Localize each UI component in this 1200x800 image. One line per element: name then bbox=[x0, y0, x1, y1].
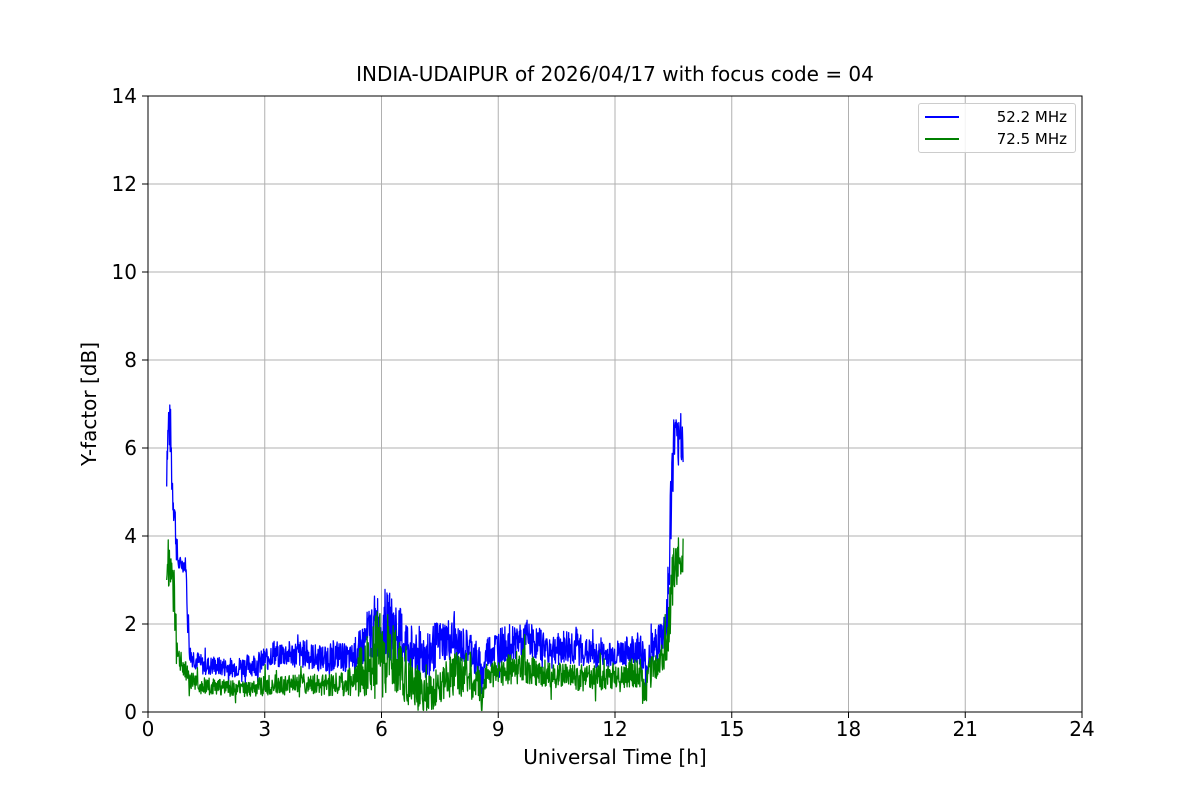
x-tick-label-9: 9 bbox=[492, 717, 505, 741]
legend-line-icon-green bbox=[925, 138, 959, 140]
x-tick-label-0: 0 bbox=[142, 717, 155, 741]
x-tick-label-6: 6 bbox=[375, 717, 388, 741]
x-tick-label-21: 21 bbox=[953, 717, 978, 741]
legend-label: 72.5 MHz bbox=[996, 129, 1067, 148]
y-tick-label-6: 6 bbox=[124, 436, 137, 460]
chart-title: INDIA-UDAIPUR of 2026/04/17 with focus c… bbox=[356, 62, 874, 86]
x-tick-label-24: 24 bbox=[1069, 717, 1094, 741]
legend-row-72-5-mhz: 72.5 MHz bbox=[925, 128, 1067, 150]
y-axis-label-text: Y-factor [dB] bbox=[77, 341, 101, 467]
y-tick-label-12: 12 bbox=[112, 172, 137, 196]
axes-layer bbox=[142, 95, 1083, 718]
legend-label: 52.2 MHz bbox=[996, 107, 1067, 126]
legend-row-52-2-mhz: 52.2 MHz bbox=[925, 106, 1067, 128]
legend: 52.2 MHz 72.5 MHz bbox=[918, 103, 1076, 153]
x-axis-label: Universal Time [h] bbox=[523, 745, 707, 769]
series-layer bbox=[166, 404, 684, 712]
legend-line-icon-blue bbox=[925, 116, 959, 118]
y-tick-label-10: 10 bbox=[112, 260, 137, 284]
y-tick-label-14: 14 bbox=[112, 84, 137, 108]
tick-label-layer: 0 3 6 9 12 15 18 21 2402468101214 bbox=[112, 84, 1095, 741]
y-tick-label-8: 8 bbox=[124, 348, 137, 372]
x-tick-label-12: 12 bbox=[602, 717, 627, 741]
figure: 0 3 6 9 12 15 18 21 24 0 2 4 6 8 10 12 14 INDIA-UDAIPUR … bbox=[0, 0, 1200, 800]
y-tick-label-2: 2 bbox=[124, 612, 137, 636]
grid-layer bbox=[148, 96, 1082, 712]
y-tick-label-0: 0 bbox=[124, 700, 137, 724]
x-tick-label-18: 18 bbox=[836, 717, 861, 741]
x-tick-label-3: 3 bbox=[258, 717, 271, 741]
y-tick-label-4: 4 bbox=[124, 524, 137, 548]
x-tick-label-15: 15 bbox=[719, 717, 744, 741]
